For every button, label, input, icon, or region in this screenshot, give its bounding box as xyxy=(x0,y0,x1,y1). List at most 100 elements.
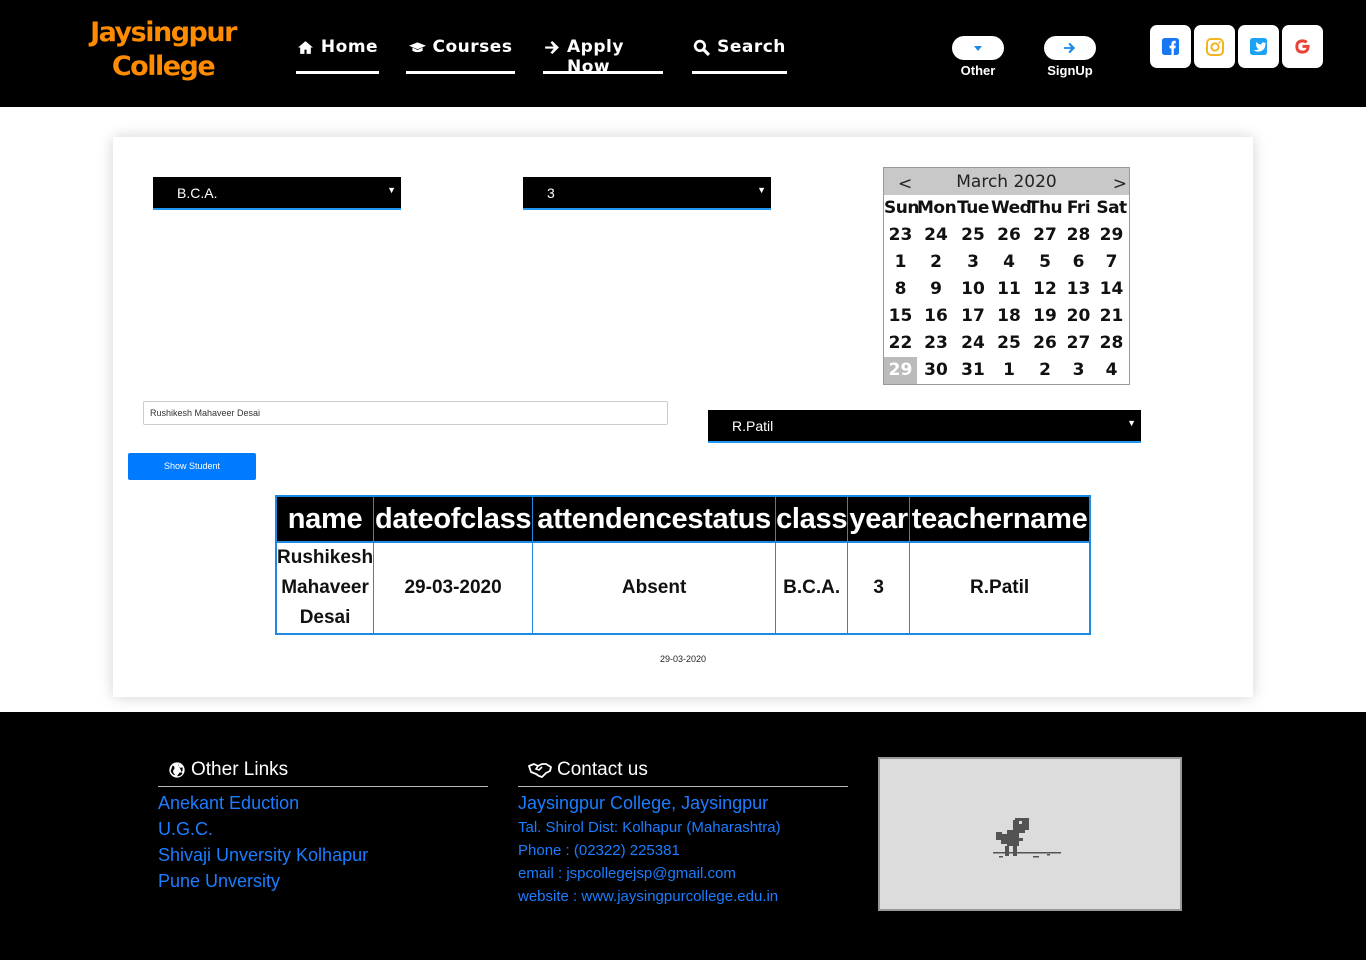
calendar-weekday: Fri xyxy=(1066,198,1091,218)
cell-attendencestatus: Absent xyxy=(532,541,776,634)
contact-website[interactable]: website : www.jaysingpurcollege.edu.in xyxy=(518,888,778,905)
calendar-day[interactable]: 24 xyxy=(917,222,955,249)
calendar-day[interactable]: 11 xyxy=(991,276,1027,303)
signup-link[interactable]: SignUp xyxy=(1030,36,1110,78)
globe-icon xyxy=(169,761,185,778)
calendar-day[interactable]: 7 xyxy=(1094,249,1129,276)
calendar-day[interactable]: 4 xyxy=(1094,357,1129,384)
calendar-weekday: Tue xyxy=(957,198,989,218)
calendar-day[interactable]: 1 xyxy=(884,249,917,276)
calendar-day[interactable]: 22 xyxy=(884,330,917,357)
contact-title: Contact us xyxy=(557,758,648,780)
cell-dateofclass: 29-03-2020 xyxy=(373,541,533,634)
calendar-day[interactable]: 3 xyxy=(1063,357,1094,384)
calendar-day[interactable]: 21 xyxy=(1094,303,1129,330)
calendar-day[interactable]: 26 xyxy=(1027,330,1063,357)
date-calendar: < March 2020 > Sun Mon Tue Wed Thu Fri Sat 23 24… xyxy=(883,167,1130,385)
footer-link-anekant[interactable]: Anekant Eduction xyxy=(158,793,299,814)
calendar-day[interactable]: 24 xyxy=(955,330,991,357)
calendar-day[interactable]: 18 xyxy=(991,303,1027,330)
twitter-button[interactable] xyxy=(1238,25,1279,68)
calendar-day[interactable]: 15 xyxy=(884,303,917,330)
arrow-right-icon xyxy=(1064,42,1076,54)
map-embed[interactable] xyxy=(878,757,1182,911)
contact-heading: Contact us xyxy=(518,753,848,787)
year-select[interactable]: 3 ▼ xyxy=(523,177,771,210)
nav-search[interactable]: Search xyxy=(692,36,787,74)
footer-link-shivaji[interactable]: Shivaji Unversity Kolhapur xyxy=(158,845,368,866)
other-dropdown[interactable]: Other xyxy=(938,36,1018,78)
contact-email[interactable]: email : jspcollegejsp@gmail.com xyxy=(518,865,736,882)
calendar-day[interactable]: 27 xyxy=(1027,222,1063,249)
google-button[interactable] xyxy=(1282,25,1323,68)
calendar-day[interactable]: 26 xyxy=(991,222,1027,249)
year-select-value: 3 xyxy=(547,185,555,201)
calendar-header: < March 2020 > xyxy=(884,168,1129,195)
footer-link-ugc[interactable]: U.G.C. xyxy=(158,819,213,840)
calendar-weekday: Sat xyxy=(1096,198,1127,218)
contact-address: Tal. Shirol Dist: Kolhapur (Maharashtra) xyxy=(518,819,781,836)
calendar-day[interactable]: 1 xyxy=(991,357,1027,384)
calendar-day[interactable]: 8 xyxy=(884,276,917,303)
calendar-day[interactable]: 4 xyxy=(991,249,1027,276)
other-pill[interactable] xyxy=(952,36,1004,60)
calendar-day[interactable]: 9 xyxy=(917,276,955,303)
column-header-name: name xyxy=(275,496,374,542)
calendar-day[interactable]: 28 xyxy=(1063,222,1094,249)
teacher-select[interactable]: R.Patil ▼ xyxy=(708,410,1141,443)
calendar-day[interactable]: 2 xyxy=(917,249,955,276)
nav-home[interactable]: Home xyxy=(296,36,379,74)
calendar-day[interactable]: 30 xyxy=(917,357,955,384)
calendar-day[interactable]: 2 xyxy=(1027,357,1063,384)
brand-line1: Jaysingpur xyxy=(90,17,237,48)
top-navbar: Jaysingpur College Home Courses Apply No… xyxy=(0,0,1366,107)
calendar-day[interactable]: 12 xyxy=(1027,276,1063,303)
dinosaur-icon xyxy=(993,818,1061,858)
calendar-day[interactable]: 19 xyxy=(1027,303,1063,330)
calendar-weekday: Wed xyxy=(991,198,1032,218)
column-header-dateofclass: dateofclass xyxy=(373,496,533,542)
calendar-day[interactable]: 5 xyxy=(1027,249,1063,276)
calendar-day[interactable]: 14 xyxy=(1094,276,1129,303)
course-select[interactable]: B.C.A. ▼ xyxy=(153,177,401,210)
brand-line2: College xyxy=(111,51,216,82)
calendar-day[interactable]: 23 xyxy=(917,330,955,357)
calendar-day[interactable]: 13 xyxy=(1063,276,1094,303)
nav-apply-now[interactable]: Apply Now xyxy=(543,36,663,77)
column-header-year: year xyxy=(847,496,910,542)
instagram-button[interactable] xyxy=(1194,25,1235,68)
contact-phone: Phone : (02322) 225381 xyxy=(518,842,680,859)
calendar-day[interactable]: 29 xyxy=(1094,222,1129,249)
calendar-month-title: March 2020 xyxy=(956,172,1057,192)
cell-class: B.C.A. xyxy=(775,541,848,634)
nav-courses[interactable]: Courses xyxy=(406,36,515,74)
calendar-weekday: Thu xyxy=(1027,198,1063,218)
calendar-day[interactable]: 16 xyxy=(917,303,955,330)
calendar-day[interactable]: 6 xyxy=(1063,249,1094,276)
show-student-button[interactable]: Show Student xyxy=(128,453,256,480)
facebook-icon xyxy=(1161,37,1180,56)
other-links-title: Other Links xyxy=(191,758,289,780)
calendar-day[interactable]: 25 xyxy=(955,222,991,249)
calendar-day[interactable]: 23 xyxy=(884,222,917,249)
calendar-day[interactable]: 28 xyxy=(1094,330,1129,357)
calendar-next-button[interactable]: > xyxy=(1113,174,1127,194)
signup-pill[interactable] xyxy=(1044,36,1096,60)
course-select-value: B.C.A. xyxy=(177,185,218,201)
cell-name: Rushikesh Mahaveer Desai xyxy=(275,541,374,634)
student-name-input[interactable]: Rushikesh Mahaveer Desai xyxy=(143,401,668,425)
brand-logo[interactable]: Jaysingpur College xyxy=(90,16,237,84)
calendar-day[interactable]: 3 xyxy=(955,249,991,276)
calendar-day[interactable]: 27 xyxy=(1063,330,1094,357)
calendar-day[interactable]: 31 xyxy=(955,357,991,384)
calendar-day[interactable]: 25 xyxy=(991,330,1027,357)
chevron-down-icon: ▼ xyxy=(387,185,396,195)
column-header-teachername: teachername xyxy=(909,496,1090,542)
cell-year: 3 xyxy=(847,541,910,634)
calendar-day[interactable]: 17 xyxy=(955,303,991,330)
footer-link-pune[interactable]: Pune Unversity xyxy=(158,871,280,892)
facebook-button[interactable] xyxy=(1150,25,1191,68)
calendar-day[interactable]: 10 xyxy=(955,276,991,303)
calendar-day[interactable]: 20 xyxy=(1063,303,1094,330)
calendar-day[interactable]: 29 xyxy=(884,357,917,384)
